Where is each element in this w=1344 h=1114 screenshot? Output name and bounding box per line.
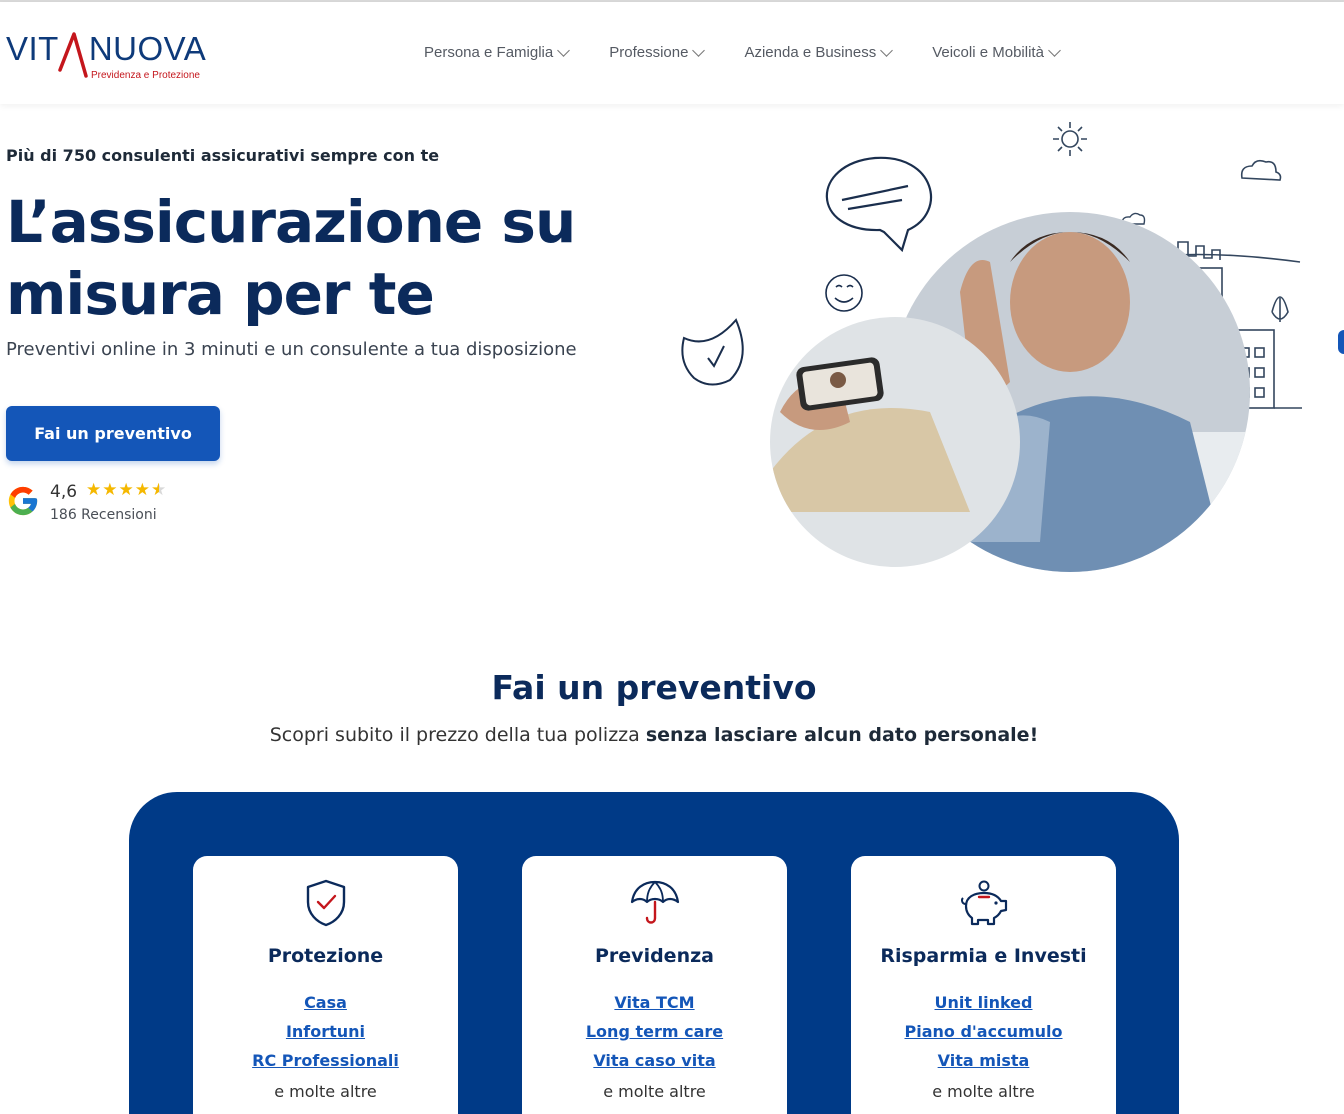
nav-persona-famiglia[interactable]: Persona e Famiglia <box>424 44 571 61</box>
link-vita-mista[interactable]: Vita mista <box>851 1046 1116 1075</box>
star-icon: ★ <box>102 480 119 500</box>
nav-label: Persona e Famiglia <box>424 44 554 61</box>
logo-swoosh-icon <box>58 32 88 78</box>
card-links: Vita TCM Long term care Vita caso vita <box>522 988 787 1075</box>
nav-professione[interactable]: Professione <box>609 44 706 61</box>
card-icon-wrap <box>193 878 458 934</box>
link-rc-professionali[interactable]: RC Professionali <box>193 1046 458 1075</box>
piggy-bank-icon <box>960 880 1007 926</box>
hero-subtitle: Preventivi online in 3 minuti e un consu… <box>6 339 577 360</box>
half-star-icon: ★ <box>151 480 168 500</box>
card-icon-wrap <box>851 878 1116 934</box>
subtitle-plain: Scopri subito il prezzo della tua polizz… <box>269 724 646 746</box>
chevron-down-icon <box>557 44 571 57</box>
card-links: Casa Infortuni RC Professionali <box>193 988 458 1075</box>
link-long-term-care[interactable]: Long term care <box>522 1017 787 1046</box>
link-infortuni[interactable]: Infortuni <box>193 1017 458 1046</box>
link-vita-tcm[interactable]: Vita TCM <box>522 988 787 1017</box>
umbrella-icon <box>630 880 679 924</box>
card-more-text: e molte altre <box>932 1082 1035 1101</box>
card-title: Risparmia e Investi <box>880 945 1087 967</box>
card-protezione: Protezione Casa Infortuni RC Professiona… <box>193 856 458 1114</box>
card-previdenza: Previdenza Vita TCM Long term care Vita … <box>522 856 787 1114</box>
sun-icon <box>1053 122 1087 156</box>
star-icon: ★ <box>118 480 135 500</box>
card-more-text: e molte altre <box>603 1082 706 1101</box>
shield-check-icon <box>681 318 744 386</box>
logo-wordmark: VIT NUOVA <box>6 30 207 67</box>
smiley-icon <box>825 274 863 312</box>
nav-label: Azienda e Business <box>744 44 877 61</box>
link-vita-caso-vita[interactable]: Vita caso vita <box>522 1046 787 1075</box>
nav-label: Veicoli e Mobilità <box>932 44 1044 61</box>
section-subtitle: Scopri subito il prezzo della tua polizz… <box>0 724 1308 746</box>
speech-bubble-icon <box>825 156 933 253</box>
main-nav: Persona e Famiglia Professione Azienda e… <box>424 44 1100 61</box>
rating-value: 4,6 <box>50 482 78 502</box>
hero-title: L’assicurazione su misura per te <box>6 188 576 328</box>
site-header: VIT NUOVA Previdenza e Protezione Persona… <box>0 2 1344 104</box>
nav-veicoli-mobilita[interactable]: Veicoli e Mobilità <box>932 44 1061 61</box>
hero-illustration <box>681 122 1302 572</box>
card-title: Previdenza <box>595 945 714 967</box>
chevron-down-icon <box>1048 44 1061 57</box>
card-links: Unit linked Piano d'accumulo Vita mista <box>851 988 1116 1075</box>
chevron-down-icon <box>692 44 706 57</box>
link-piano-accumulo[interactable]: Piano d'accumulo <box>851 1017 1116 1046</box>
google-g-icon <box>8 486 38 516</box>
card-risparmia-investi: Risparmia e Investi Unit linked Piano d'… <box>851 856 1116 1114</box>
section-title: Fai un preventivo <box>491 668 817 707</box>
link-unit-linked[interactable]: Unit linked <box>851 988 1116 1017</box>
hero-eyebrow: Più di 750 consulenti assicurativi sempr… <box>6 146 440 165</box>
card-title: Protezione <box>267 945 384 967</box>
chevron-down-icon <box>880 44 894 57</box>
logo-tagline: Previdenza e Protezione <box>91 70 200 81</box>
get-quote-button[interactable]: Fai un preventivo <box>6 406 220 461</box>
card-more-text: e molte altre <box>274 1082 377 1101</box>
nav-azienda-business[interactable]: Azienda e Business <box>744 44 894 61</box>
nav-label: Professione <box>609 44 689 61</box>
link-casa[interactable]: Casa <box>193 988 458 1017</box>
card-icon-wrap <box>522 878 787 934</box>
subtitle-bold: senza lasciare alcun dato personale! <box>645 724 1039 746</box>
shield-check-icon <box>306 879 345 927</box>
review-count: 186 Recensioni <box>50 507 157 523</box>
side-widget-tab[interactable] <box>1338 330 1344 354</box>
vitanuova-logo[interactable]: VIT NUOVA Previdenza e Protezione <box>6 30 216 86</box>
cloud-icon <box>1240 159 1282 181</box>
star-icon: ★ <box>134 480 151 500</box>
rating-stars: ★★★★★ <box>86 480 167 500</box>
star-icon: ★ <box>86 480 103 500</box>
